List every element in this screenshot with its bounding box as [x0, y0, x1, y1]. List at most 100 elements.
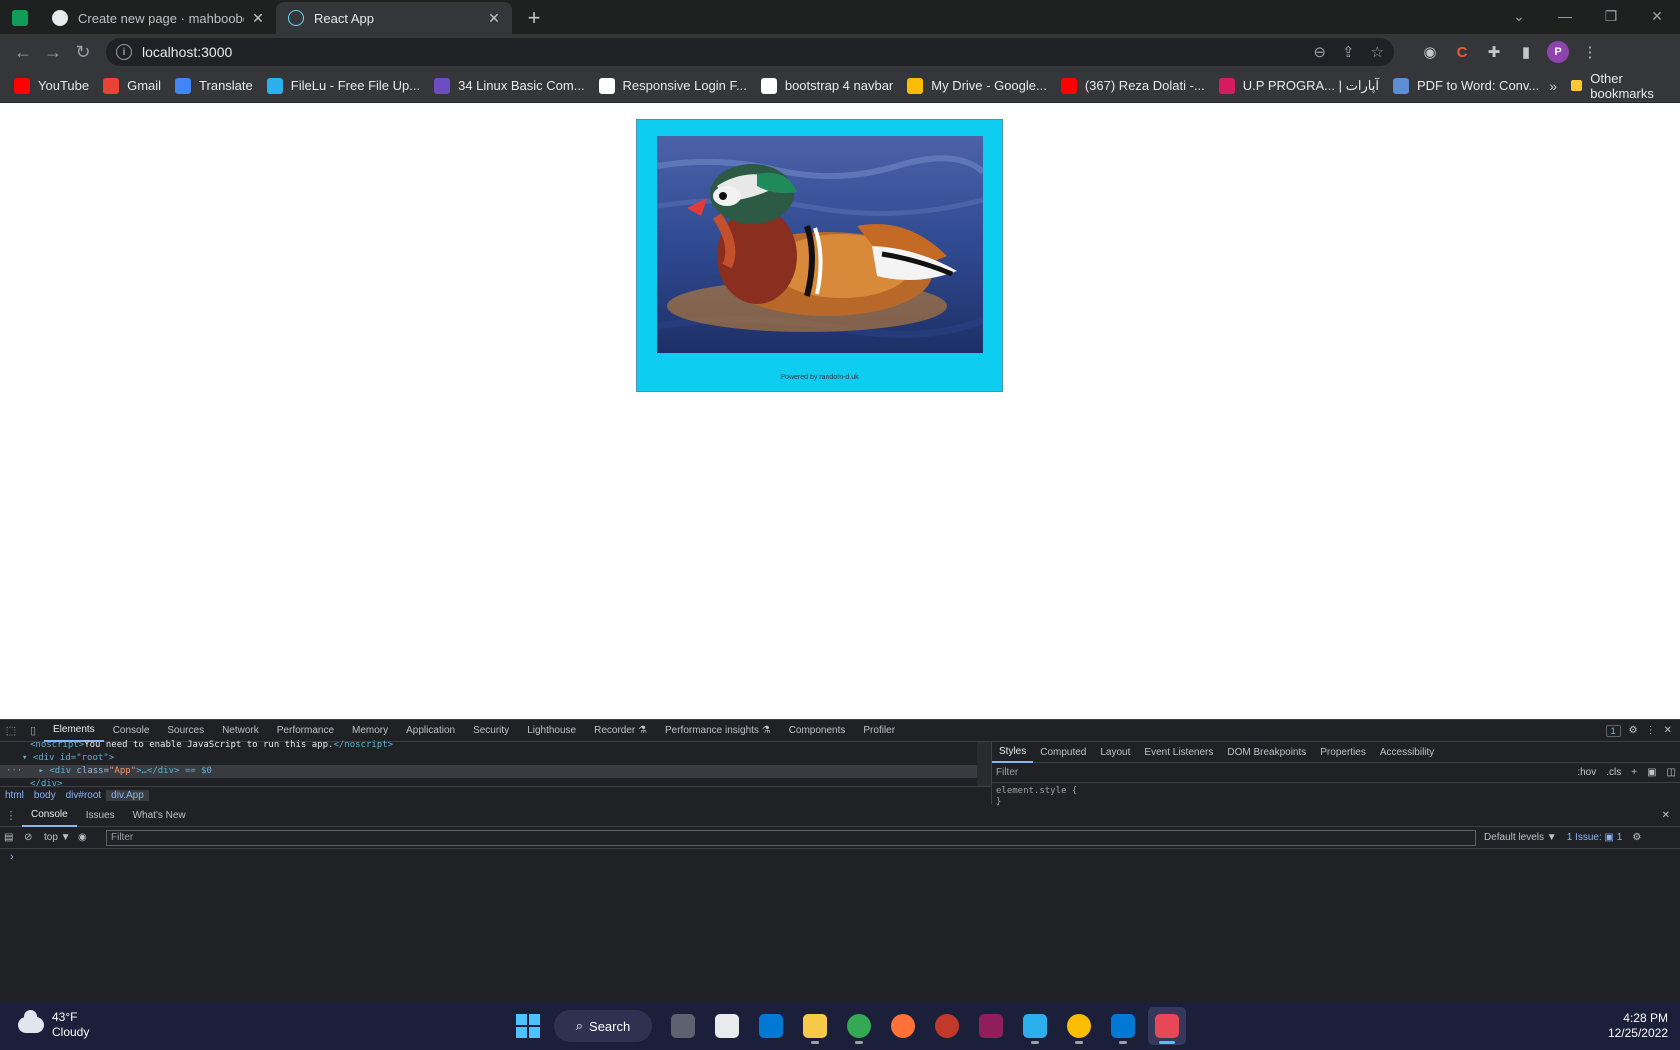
- chrome-profile-icon[interactable]: [840, 1007, 878, 1045]
- address-bar[interactable]: i localhost:3000 ⊖ ⇪ ☆: [106, 38, 1394, 66]
- root-line[interactable]: ▾ <div id="root">: [0, 752, 991, 765]
- drawer-tab-bar: ⋮ Console Issues What's New ✕: [0, 805, 1680, 827]
- more-bookmarks-icon[interactable]: »: [1549, 78, 1557, 94]
- breadcrumb-app[interactable]: div.App: [106, 790, 149, 801]
- live-expression-icon[interactable]: ◉: [78, 832, 98, 843]
- bookmark-item[interactable]: My Drive - Google...: [903, 74, 1055, 98]
- styles-filter-input[interactable]: Filter: [996, 767, 1567, 778]
- bookmark-item[interactable]: (367) Reza Dolati -...: [1057, 74, 1213, 98]
- styles-subtab[interactable]: Event Listeners: [1137, 742, 1220, 763]
- start-button[interactable]: [516, 1014, 540, 1038]
- bookmark-item[interactable]: 34 Linux Basic Com...: [430, 74, 592, 98]
- console-settings-icon[interactable]: ⚙: [1632, 832, 1641, 843]
- console-filter-input[interactable]: Filter: [106, 829, 1476, 846]
- breadcrumb-body[interactable]: body: [29, 790, 61, 801]
- forward-button[interactable]: →: [38, 37, 68, 67]
- drawer-tab-issues[interactable]: Issues: [77, 805, 124, 827]
- styles-subtab[interactable]: Computed: [1033, 742, 1093, 763]
- context-select[interactable]: top ▼: [44, 832, 78, 843]
- vscode-icon[interactable]: [1104, 1007, 1142, 1045]
- weather-widget[interactable]: 43°F Cloudy: [18, 1010, 89, 1040]
- new-tab-button[interactable]: +: [518, 2, 550, 34]
- site-info-icon[interactable]: i: [116, 44, 132, 60]
- paint-icon[interactable]: ▣: [1647, 767, 1656, 778]
- bookmark-item[interactable]: Responsive Login F...: [595, 74, 755, 98]
- extension-c-icon[interactable]: C: [1448, 38, 1476, 66]
- drawer-tab-whats-new[interactable]: What's New: [124, 805, 195, 827]
- sidebar-toggle-icon[interactable]: ◫: [1667, 767, 1676, 778]
- issues-summary[interactable]: 1 Issue: ▣ 1: [1567, 832, 1623, 843]
- snipping-tool-icon[interactable]: [1148, 1007, 1186, 1045]
- bookmark-item[interactable]: Translate: [171, 74, 261, 98]
- bookmark-item[interactable]: Gmail: [99, 74, 169, 98]
- office-icon[interactable]: [708, 1007, 746, 1045]
- styles-subtab[interactable]: Properties: [1313, 742, 1373, 763]
- minimize-button[interactable]: —: [1542, 0, 1588, 32]
- other-bookmarks[interactable]: Other bookmarks: [1571, 71, 1670, 101]
- styles-subtab[interactable]: Layout: [1093, 742, 1137, 763]
- console-prompt[interactable]: ›: [0, 849, 1680, 865]
- taskbar-apps: ⌕ Search: [508, 1006, 1186, 1046]
- close-devtools-icon[interactable]: ✕: [1664, 725, 1672, 736]
- drawer-menu-icon[interactable]: ⋮: [0, 805, 22, 827]
- pinned-tab[interactable]: [0, 2, 40, 34]
- bookmark-star-icon[interactable]: ☆: [1371, 43, 1384, 61]
- store-icon[interactable]: [752, 1007, 790, 1045]
- close-window-button[interactable]: ✕: [1634, 0, 1680, 32]
- extension-icon[interactable]: ◉: [1416, 38, 1444, 66]
- bookmark-list: YouTube Gmail Translate FileLu - Free File …: [10, 74, 1549, 98]
- drawer-tab-console[interactable]: Console: [22, 805, 77, 827]
- tab-search-icon[interactable]: ⌄: [1496, 0, 1542, 32]
- issues-badge[interactable]: 1: [1605, 724, 1621, 737]
- file-explorer-icon[interactable]: [796, 1007, 834, 1045]
- close-icon[interactable]: ✕: [486, 10, 502, 26]
- search-label: Search: [589, 1018, 631, 1034]
- new-rule-button[interactable]: +: [1631, 767, 1637, 778]
- bookmark-item[interactable]: PDF to Word: Conv...: [1389, 74, 1547, 98]
- menu-icon[interactable]: ⋮: [1576, 38, 1604, 66]
- bookmark-label: PDF to Word: Conv...: [1416, 78, 1540, 93]
- breadcrumb-root[interactable]: div#root: [61, 790, 107, 801]
- elements-scrollbar[interactable]: [977, 742, 991, 786]
- puzzle-icon[interactable]: ✚: [1480, 38, 1508, 66]
- bookmark-label: bootstrap 4 navbar: [784, 78, 894, 93]
- bookmark-item[interactable]: bootstrap 4 navbar: [757, 74, 901, 98]
- zoom-icon[interactable]: ⊖: [1313, 43, 1326, 61]
- taskbar-search[interactable]: ⌕ Search: [554, 1010, 652, 1042]
- back-button[interactable]: ←: [8, 37, 38, 67]
- share-icon[interactable]: ⇪: [1342, 43, 1355, 61]
- styles-subtab[interactable]: DOM Breakpoints: [1220, 742, 1313, 763]
- profile-button[interactable]: P: [1544, 38, 1572, 66]
- settings-icon[interactable]: ⚙: [1629, 725, 1638, 736]
- bookmark-item[interactable]: FileLu - Free File Up...: [263, 74, 428, 98]
- app-line[interactable]: ··· ▸ <div class="App">…</div> == $0: [0, 765, 991, 778]
- app-red-spiral-icon[interactable]: [928, 1007, 966, 1045]
- chrome-icon[interactable]: [1060, 1007, 1098, 1045]
- hov-toggle[interactable]: :hov: [1577, 767, 1596, 778]
- bookmark-item[interactable]: YouTube: [10, 74, 97, 98]
- side-panel-icon[interactable]: ▮: [1512, 38, 1540, 66]
- reload-button[interactable]: ↻: [68, 37, 98, 67]
- pdf-app-icon[interactable]: [972, 1007, 1010, 1045]
- restore-button[interactable]: ❐: [1588, 0, 1634, 32]
- system-clock[interactable]: 4:28 PM 12/25/2022: [1608, 1011, 1668, 1041]
- task-view-icon[interactable]: [664, 1007, 702, 1045]
- close-icon[interactable]: ✕: [250, 10, 266, 26]
- console-sidebar-icon[interactable]: ▤: [4, 832, 24, 843]
- styles-subtab[interactable]: Accessibility: [1373, 742, 1441, 763]
- clear-console-icon[interactable]: ⊘: [24, 832, 44, 843]
- bookmark-item[interactable]: U.P PROGRA... | آپارات: [1215, 74, 1387, 98]
- breadcrumb-html[interactable]: html: [0, 790, 29, 801]
- cls-toggle[interactable]: .cls: [1606, 767, 1621, 778]
- tab-react-app[interactable]: React App ✕: [276, 2, 512, 34]
- more-options-icon[interactable]: ⋮: [1646, 725, 1656, 736]
- close-drawer-icon[interactable]: ✕: [1662, 810, 1680, 821]
- tab-github[interactable]: Create new page · mahboobehjan ✕: [40, 2, 276, 34]
- styles-subtab[interactable]: Styles: [992, 742, 1034, 763]
- firefox-icon[interactable]: [884, 1007, 922, 1045]
- app-blue-icon[interactable]: [1016, 1007, 1054, 1045]
- console-toolbar: ▤ ⊘ top ▼ ◉ Filter Default levels ▼ 1 Is…: [0, 827, 1680, 849]
- log-levels-select[interactable]: Default levels ▼: [1484, 832, 1557, 843]
- bookmark-favicon-icon: [907, 77, 924, 94]
- noscript-line[interactable]: <noscript>You need to enable JavaScript …: [0, 739, 991, 752]
